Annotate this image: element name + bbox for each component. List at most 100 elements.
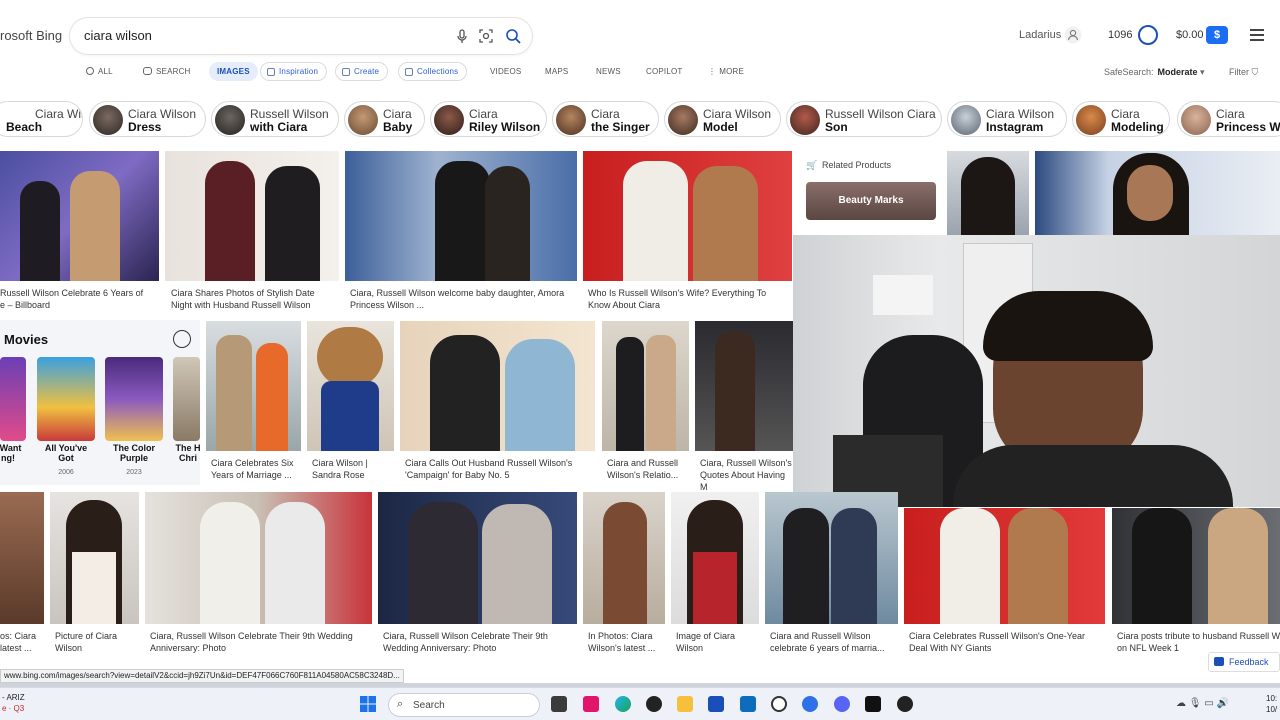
movie-poster[interactable] [0, 357, 26, 441]
arrow-up-right-icon[interactable] [173, 330, 191, 348]
image-result[interactable] [400, 321, 595, 451]
movie-poster[interactable] [105, 357, 163, 441]
image-result[interactable] [206, 321, 301, 451]
microphone-icon[interactable] [453, 27, 471, 45]
tab-images[interactable]: IMAGES [209, 62, 258, 81]
outlook-icon[interactable] [740, 696, 756, 712]
task-view-icon[interactable] [551, 696, 567, 712]
image-caption[interactable]: Ciara and Russell Wilson's Relatio... [607, 457, 697, 481]
image-result[interactable] [165, 151, 339, 281]
edge-icon[interactable] [615, 696, 631, 712]
image-result[interactable] [583, 492, 665, 624]
image-caption[interactable]: Ciara Calls Out Husband Russell Wilson's… [405, 457, 600, 481]
chip-russell-wilson-ciara-son[interactable]: Russell Wilson Ciara Son [786, 101, 942, 137]
user-name[interactable]: Ladarius [1019, 29, 1061, 41]
image-caption[interactable]: Who Is Russell Wilson's Wife? Everything… [588, 287, 793, 311]
image-result[interactable] [695, 321, 793, 451]
image-caption[interactable]: Ciara and Russell Wilson celebrate 6 yea… [770, 630, 900, 654]
image-result[interactable] [1112, 508, 1280, 624]
chip-ciara-princess-wilson[interactable]: Ciara Princess Wi [1177, 101, 1280, 137]
image-caption[interactable]: os: Ciara latest ... [0, 630, 44, 654]
tab-maps[interactable]: MAPS [545, 67, 568, 76]
movies-heading[interactable]: Movies [4, 332, 48, 347]
movie-poster[interactable] [37, 357, 95, 441]
rewards-trophy-icon[interactable] [1138, 25, 1158, 45]
search-icon[interactable] [504, 27, 522, 45]
image-caption[interactable]: Ciara posts tribute to husband Russell W… [1117, 630, 1280, 654]
image-caption[interactable]: Russell Wilson Celebrate 6 Years of e – … [0, 287, 160, 311]
store-icon[interactable] [708, 696, 724, 712]
image-caption[interactable]: Image of Ciara Wilson [676, 630, 764, 654]
image-caption[interactable]: Ciara, Russell Wilson welcome baby daugh… [350, 287, 580, 311]
movie-title[interactable]: I Want ng! [0, 443, 38, 463]
search-input[interactable]: ciara wilson [84, 28, 152, 43]
system-tray-icons[interactable]: ☁ 🎙 ▭ 🔊 [1176, 698, 1229, 709]
menu-icon[interactable] [1250, 29, 1264, 41]
visual-search-icon[interactable] [477, 27, 495, 45]
movie-poster[interactable] [173, 357, 200, 441]
chip-ciara-wilson-instagram[interactable]: Ciara Wilson Instagram [947, 101, 1067, 137]
rewards-points[interactable]: 1096 [1108, 29, 1132, 41]
feedback-button[interactable]: Feedback [1208, 652, 1280, 672]
image-result[interactable] [765, 492, 898, 624]
chip-ciara-the-singer[interactable]: Ciara the Singer [552, 101, 659, 137]
obs-icon[interactable] [897, 696, 913, 712]
tab-search[interactable]: SEARCH [143, 67, 191, 76]
tab-inspiration[interactable]: Inspiration [260, 62, 328, 81]
safesearch-dropdown[interactable]: SafeSearch: Moderate ▾ [1104, 67, 1205, 78]
windows-start-icon[interactable] [360, 696, 376, 712]
image-caption[interactable]: Ciara, Russell Wilson Celebrate Their 9t… [383, 630, 583, 654]
filter-button[interactable]: Filter ⛉ [1229, 67, 1258, 78]
weather-widget[interactable]: - ARIZ e · Q3 [2, 692, 25, 714]
image-result[interactable] [671, 492, 759, 624]
image-result[interactable] [378, 492, 577, 624]
image-result[interactable] [0, 151, 159, 281]
tab-all[interactable]: ALL [86, 67, 113, 76]
bing-logo[interactable]: rosoft Bing [0, 28, 62, 43]
chip-ciara-modeling[interactable]: Ciara Modeling [1072, 101, 1170, 137]
tab-create[interactable]: Create [335, 62, 389, 81]
movie-title[interactable]: The Color Purple [104, 443, 164, 463]
image-caption[interactable]: In Photos: Ciara Wilson's latest ... [588, 630, 670, 654]
image-result[interactable] [145, 492, 372, 624]
chip-ciara-wilson-model[interactable]: Ciara Wilson Model [664, 101, 781, 137]
chip-ciara-baby[interactable]: Ciara Baby [344, 101, 425, 137]
taskbar-search[interactable]: ⌕ Search [388, 693, 540, 717]
image-caption[interactable]: Ciara, Russell Wilson Celebrate Their 9t… [150, 630, 375, 654]
image-result[interactable] [1035, 151, 1280, 235]
tiktok-icon[interactable] [583, 696, 599, 712]
copilot-icon[interactable] [802, 696, 818, 712]
image-caption[interactable]: Ciara Celebrates Six Years of Marriage .… [211, 457, 306, 481]
image-caption[interactable]: Ciara Celebrates Russell Wilson's One-Ye… [909, 630, 1109, 654]
user-avatar-icon[interactable] [1064, 26, 1082, 44]
tab-news[interactable]: NEWS [596, 67, 621, 76]
image-result[interactable] [0, 492, 44, 624]
tab-copilot[interactable]: COPILOT [646, 67, 683, 76]
chip-ciara-wilson-beach[interactable]: Ciara Wilson Beach [0, 101, 83, 137]
tab-videos[interactable]: VIDEOS [490, 67, 521, 76]
capcut-icon[interactable] [865, 696, 881, 712]
discord-icon[interactable] [834, 696, 850, 712]
movie-title[interactable]: All You've Got [36, 443, 96, 463]
tab-more[interactable]: ⋮ MORE [708, 67, 744, 76]
chip-ciara-wilson-dress[interactable]: Ciara Wilson Dress [89, 101, 206, 137]
image-result[interactable] [904, 508, 1105, 624]
image-result[interactable] [947, 151, 1029, 235]
search-box[interactable]: ciara wilson [70, 18, 532, 54]
chatgpt-icon[interactable] [646, 696, 662, 712]
image-result[interactable] [583, 151, 792, 281]
image-result[interactable] [50, 492, 139, 624]
chip-russell-wilson-with-ciara[interactable]: Russell Wilson with Ciara [211, 101, 339, 137]
tab-collections[interactable]: Collections [398, 62, 468, 81]
file-explorer-icon[interactable] [677, 696, 693, 712]
wallet-icon[interactable]: $ [1206, 26, 1228, 44]
chip-ciara-riley-wilson[interactable]: Ciara Riley Wilson [430, 101, 547, 137]
openai-icon[interactable] [771, 696, 787, 712]
taskbar-clock[interactable]: 10: 10/ [1266, 693, 1277, 715]
image-caption[interactable]: Ciara, Russell Wilson's Quotes About Hav… [700, 457, 795, 493]
image-caption[interactable]: Ciara Shares Photos of Stylish Date Nigh… [171, 287, 341, 311]
image-caption[interactable]: Ciara Wilson | Sandra Rose [312, 457, 402, 481]
image-result[interactable] [307, 321, 394, 451]
rewards-balance[interactable]: $0.00 [1176, 29, 1204, 41]
product-tile[interactable]: Beauty Marks [806, 182, 936, 220]
